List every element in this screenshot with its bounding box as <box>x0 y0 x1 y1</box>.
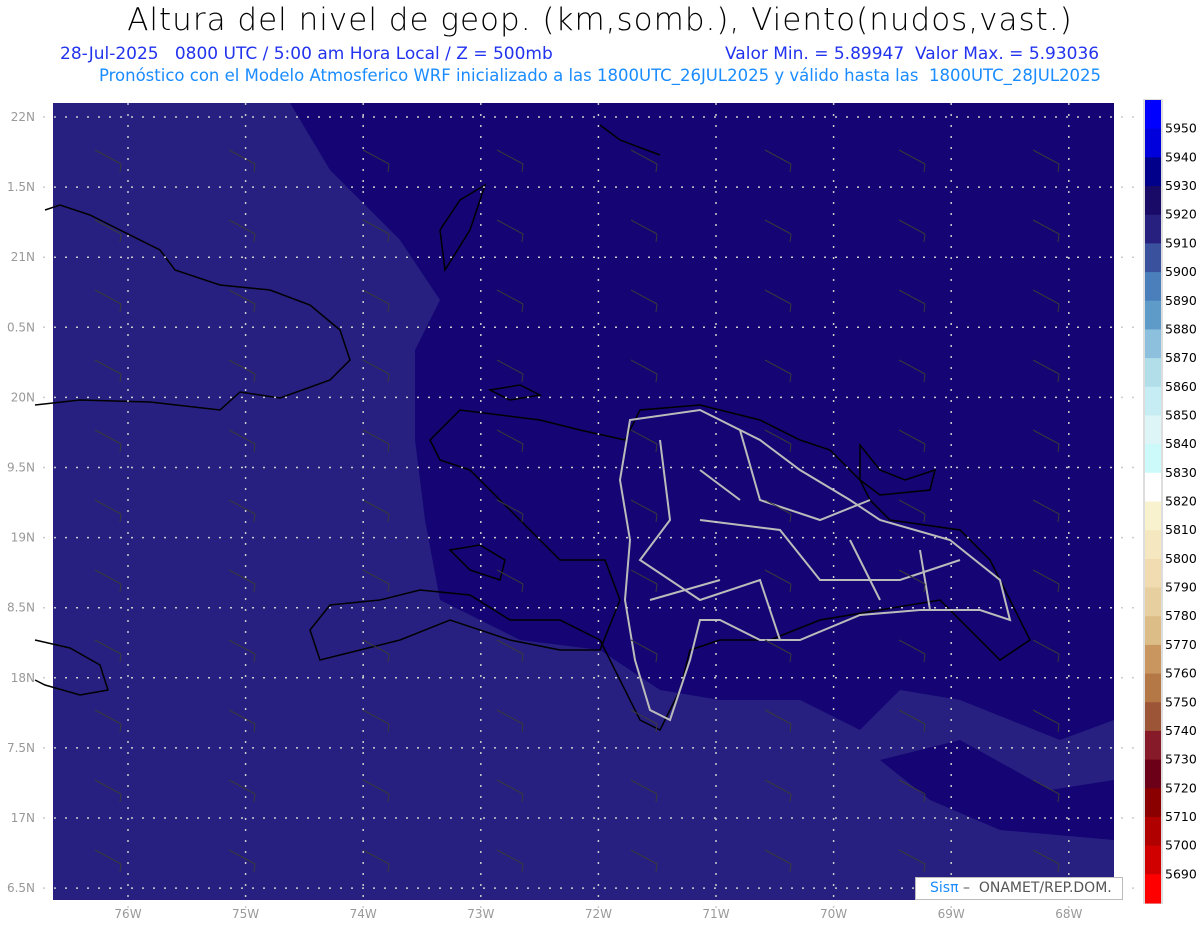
colorbar-swatch <box>1145 587 1161 617</box>
colorbar-swatch <box>1145 444 1161 474</box>
lat-label: 0.5N <box>7 320 35 334</box>
colorbar-swatch <box>1145 702 1161 732</box>
colorbar-label: 5830 <box>1165 465 1197 480</box>
colorbar-label: 5770 <box>1165 637 1197 652</box>
onamet-logo: Sisπ – ONAMET/REP.DOM. <box>915 877 1123 900</box>
lon-label: 74W <box>350 907 377 921</box>
colorbar-label: 5800 <box>1165 551 1197 566</box>
lon-label: 73W <box>467 907 494 921</box>
colorbar-swatch <box>1145 816 1161 847</box>
lat-label: 7.5N <box>7 741 35 755</box>
longitude-labels: 76W 75W 74W 73W 72W 71W 70W 69W 68W <box>114 907 1082 921</box>
colorbar-swatch <box>1145 300 1161 330</box>
colorbar-label: 5690 <box>1165 866 1197 881</box>
colorbar-swatch <box>1145 243 1161 273</box>
lon-label: 72W <box>585 907 612 921</box>
colorbar-swatch <box>1145 100 1161 130</box>
colorbar-label: 5920 <box>1165 207 1197 222</box>
colorbar-swatch <box>1145 501 1161 531</box>
colorbar-swatch <box>1145 214 1161 244</box>
lat-label: 22N <box>11 110 35 124</box>
colorbar-swatch <box>1145 730 1161 761</box>
colorbar-label: 5700 <box>1165 838 1197 853</box>
lon-label: 69W <box>938 907 965 921</box>
colorbar-swatch <box>1145 644 1161 675</box>
lon-label: 75W <box>232 907 259 921</box>
lat-label: 20N <box>11 390 35 404</box>
colorbar-swatch <box>1145 415 1161 445</box>
colorbar-swatch <box>1145 128 1161 158</box>
lat-label: 18N <box>11 671 35 685</box>
colorbar-swatch <box>1145 186 1161 216</box>
colorbar-label: 5900 <box>1165 264 1197 279</box>
colorbar-label: 5930 <box>1165 178 1197 193</box>
lat-label: 6.5N <box>7 881 35 895</box>
colorbar-label: 5790 <box>1165 580 1197 595</box>
lon-label: 76W <box>114 907 141 921</box>
colorbar-label: 5870 <box>1165 350 1197 365</box>
lat-label: 9.5N <box>7 461 35 475</box>
colorbar-swatch <box>1145 358 1161 388</box>
colorbar-label: 5940 <box>1165 149 1197 164</box>
lat-label: 8.5N <box>7 601 35 615</box>
colorbar-label: 5950 <box>1165 121 1197 136</box>
colorbar-label: 5860 <box>1165 379 1197 394</box>
colorbar-label: 5780 <box>1165 608 1197 623</box>
lat-label: 17N <box>11 811 35 825</box>
colorbar-swatch <box>1145 673 1161 703</box>
colorbar-label: 5720 <box>1165 780 1197 795</box>
colorbar-label: 5910 <box>1165 235 1197 250</box>
colorbar-label: 5890 <box>1165 293 1197 308</box>
lon-label: 68W <box>1055 907 1082 921</box>
colorbar-label: 5760 <box>1165 666 1197 681</box>
colorbar-label: 5840 <box>1165 436 1197 451</box>
colorbar-swatch <box>1145 386 1161 416</box>
lat-label: 19N <box>11 531 35 545</box>
logo-brand: Sisπ <box>930 880 959 896</box>
lat-label: 21N <box>11 250 35 264</box>
colorbar-label: 5880 <box>1165 321 1197 336</box>
colorbar: 5950 5940 5930 5920 5910 5900 5890 5880 5870 5860… <box>1143 99 1197 904</box>
colorbar-swatch <box>1145 616 1161 646</box>
colorbar-swatch <box>1145 329 1161 359</box>
colorbar-swatch <box>1145 272 1161 302</box>
colorbar-swatch <box>1145 530 1161 560</box>
colorbar-swatch <box>1145 472 1161 502</box>
colorbar-label: 5810 <box>1165 522 1197 537</box>
colorbar-label: 5730 <box>1165 752 1197 767</box>
lon-label: 70W <box>820 907 847 921</box>
colorbar-swatch <box>1145 788 1161 818</box>
colorbar-label: 5850 <box>1165 407 1197 422</box>
lat-label: 1.5N <box>7 180 35 194</box>
colorbar-swatch <box>1145 759 1161 789</box>
colorbar-swatch <box>1145 157 1161 187</box>
colorbar-swatch <box>1145 558 1161 589</box>
lon-label: 71W <box>702 907 729 921</box>
logo-text: – ONAMET/REP.DOM. <box>958 880 1112 896</box>
colorbar-label: 5710 <box>1165 809 1197 824</box>
colorbar-label: 5820 <box>1165 494 1197 509</box>
map-area <box>34 103 1134 908</box>
colorbar-swatch <box>1145 874 1161 904</box>
colorbar-label: 5750 <box>1165 694 1197 709</box>
latitude-labels: 22N 1.5N 21N 0.5N 20N 9.5N 19N 8.5N 18N 7.5N 17N 6.… <box>7 110 35 895</box>
colorbar-label: 5740 <box>1165 723 1197 738</box>
colorbar-swatch <box>1145 845 1161 875</box>
map-figure: 22N 1.5N 21N 0.5N 20N 9.5N 19N 8.5N 18N 7.5N 17N 6.… <box>7 99 1197 921</box>
